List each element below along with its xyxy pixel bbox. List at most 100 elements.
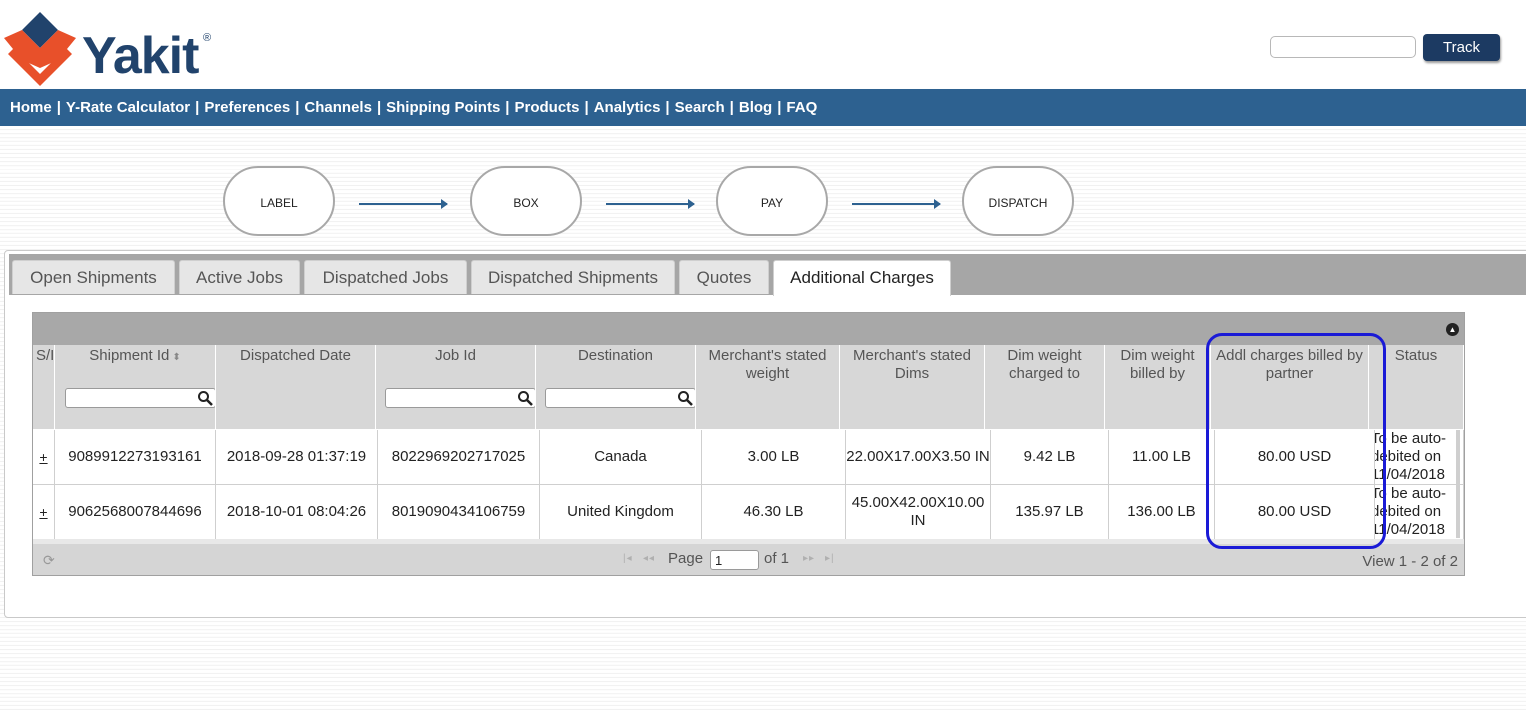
col-header-status[interactable]: Status — [1369, 345, 1464, 429]
nav-link-faq[interactable]: FAQ — [786, 99, 817, 116]
search-icon[interactable] — [677, 390, 693, 406]
sort-icon[interactable]: ⬍ — [172, 352, 180, 363]
tab-bar: Open Shipments Active Jobs Dispatched Jo… — [9, 254, 1526, 296]
expand-row-button[interactable]: + — [33, 430, 55, 484]
col-label: Job Id — [435, 347, 476, 364]
cell-stated-weight: 3.00 LB — [702, 430, 846, 484]
grid-caption: ▲ — [33, 313, 1464, 345]
cell-dim-weight-charged: 9.42 LB — [991, 430, 1109, 484]
yakit-logo-icon — [4, 12, 76, 86]
nav-separator: | — [729, 99, 734, 116]
cell-dim-weight-charged: 135.97 LB — [991, 485, 1109, 539]
track-button[interactable]: Track — [1423, 34, 1500, 61]
cell-destination: Canada — [540, 430, 702, 484]
col-label: S/I — [36, 347, 55, 364]
nav-separator: | — [295, 99, 300, 116]
col-label: Dispatched Date — [240, 347, 351, 364]
main-nav: Home | Y-Rate Calculator | Preferences | Chann… — [0, 89, 1526, 126]
col-label-text: Shipment Id — [89, 347, 170, 364]
step-pay[interactable]: PAY — [716, 166, 828, 236]
last-page-icon[interactable]: ▸| — [825, 553, 835, 564]
step-label[interactable]: LABEL — [223, 166, 335, 236]
search-icon[interactable] — [517, 390, 533, 406]
col-label: Dim weight billed by — [1120, 347, 1195, 382]
search-icon[interactable] — [197, 390, 213, 406]
arrow-icon — [359, 199, 448, 209]
view-records-text: View 1 - 2 of 2 — [1362, 553, 1458, 570]
track-input[interactable] — [1270, 36, 1416, 58]
tab-active-jobs[interactable]: Active Jobs — [179, 260, 300, 294]
job-id-filter-input[interactable] — [385, 388, 535, 408]
nav-link-preferences[interactable]: Preferences — [204, 99, 290, 116]
shipment-id-filter-input[interactable] — [65, 388, 215, 408]
col-label: Destination — [577, 347, 654, 364]
cell-status: To be auto-debited on 11/04/2018 — [1375, 485, 1464, 539]
col-header-stated-dims[interactable]: Merchant's stated Dims — [840, 345, 985, 429]
arrow-icon — [852, 199, 941, 209]
cell-job-id: 8019090434106759 — [378, 485, 540, 539]
nav-link-blog[interactable]: Blog — [739, 99, 772, 116]
cell-stated-weight: 46.30 LB — [702, 485, 846, 539]
col-header-addl-charges[interactable]: Addl charges billed by partner — [1211, 345, 1369, 429]
col-header-shipment-id[interactable]: Shipment Id ⬍ — [55, 345, 216, 429]
prev-page-icon[interactable]: ◂◂ — [643, 553, 655, 564]
expand-row-button[interactable]: + — [33, 485, 55, 539]
tab-quotes[interactable]: Quotes — [679, 260, 769, 294]
cell-shipment-id: 9089912273193161 — [55, 430, 216, 484]
nav-separator: | — [195, 99, 200, 116]
vertical-scrollbar[interactable] — [1456, 430, 1460, 538]
col-header-dispatched-date[interactable]: Dispatched Date — [216, 345, 376, 429]
col-header-stated-weight[interactable]: Merchant's stated weight — [696, 345, 840, 429]
cell-destination: United Kingdom — [540, 485, 702, 539]
table-row[interactable]: + 9089912273193161 2018-09-28 01:37:19 8… — [33, 430, 1464, 485]
col-label: Shipment Id ⬍ — [55, 345, 215, 367]
collapse-icon[interactable]: ▲ — [1446, 323, 1459, 336]
nav-link-shipping-points[interactable]: Shipping Points — [386, 99, 500, 116]
col-header-destination[interactable]: Destination — [536, 345, 696, 429]
nav-link-analytics[interactable]: Analytics — [594, 99, 661, 116]
col-header-dim-weight-charged[interactable]: Dim weight charged to — [985, 345, 1105, 429]
nav-separator: | — [777, 99, 782, 116]
cell-dim-weight-billed: 11.00 LB — [1109, 430, 1215, 484]
expand-icon[interactable]: + — [39, 503, 47, 521]
tab-open-shipments[interactable]: Open Shipments — [12, 260, 175, 294]
col-header-dim-weight-billed[interactable]: Dim weight billed by — [1105, 345, 1211, 429]
next-page-icon[interactable]: ▸▸ — [803, 553, 815, 564]
cell-status: To be auto-debited on 11/04/2018 — [1375, 430, 1464, 484]
cell-dim-weight-billed: 136.00 LB — [1109, 485, 1215, 539]
col-label: Dim weight charged to — [1007, 347, 1082, 382]
status-text: To be auto-debited on 11/04/2018 — [1375, 430, 1447, 483]
nav-link-channels[interactable]: Channels — [304, 99, 372, 116]
first-page-icon[interactable]: |◂ — [623, 553, 633, 564]
arrow-icon — [606, 199, 695, 209]
yakit-logo[interactable]: Yakit ® — [0, 8, 230, 88]
col-header-job-id[interactable]: Job Id — [376, 345, 536, 429]
additional-charges-grid: ▲ S/I Shipment Id ⬍ Dispatched Date Job I… — [32, 312, 1465, 576]
destination-filter-input[interactable] — [545, 388, 695, 408]
page-number-input[interactable]: 1 — [710, 550, 759, 570]
cell-dispatched-date: 2018-09-28 01:37:19 — [216, 430, 378, 484]
col-label: Merchant's stated Dims — [853, 347, 971, 382]
grid-pager: ⟳ |◂ ◂◂ Page 1 of 1 ▸▸ ▸| View 1 - 2 of … — [33, 544, 1464, 575]
tab-dispatched-shipments[interactable]: Dispatched Shipments — [471, 260, 675, 294]
step-dispatch[interactable]: DISPATCH — [962, 166, 1074, 236]
nav-link-home[interactable]: Home — [10, 99, 52, 116]
tab-dispatched-jobs[interactable]: Dispatched Jobs — [304, 260, 467, 294]
step-box[interactable]: BOX — [470, 166, 582, 236]
nav-link-y-rate-calculator[interactable]: Y-Rate Calculator — [66, 99, 190, 116]
nav-link-search[interactable]: Search — [675, 99, 725, 116]
cell-stated-dims: 45.00X42.00X10.00 IN — [846, 485, 991, 539]
nav-separator: | — [376, 99, 382, 116]
col-header-serial[interactable]: S/I — [33, 345, 55, 429]
col-label: Addl charges billed by partner — [1216, 347, 1363, 382]
col-label: Status — [1394, 347, 1438, 364]
status-text: To be auto-debited on 11/04/2018 — [1375, 485, 1447, 538]
cell-dispatched-date: 2018-10-01 08:04:26 — [216, 485, 378, 539]
nav-link-products[interactable]: Products — [515, 99, 580, 116]
tab-additional-charges[interactable]: Additional Charges — [773, 260, 951, 296]
refresh-icon[interactable]: ⟳ — [43, 552, 55, 569]
table-row[interactable]: + 9062568007844696 2018-10-01 08:04:26 8… — [33, 485, 1464, 540]
expand-icon[interactable]: + — [39, 448, 47, 466]
cell-addl-charges: 80.00 USD — [1215, 430, 1375, 484]
nav-separator: | — [584, 99, 589, 116]
